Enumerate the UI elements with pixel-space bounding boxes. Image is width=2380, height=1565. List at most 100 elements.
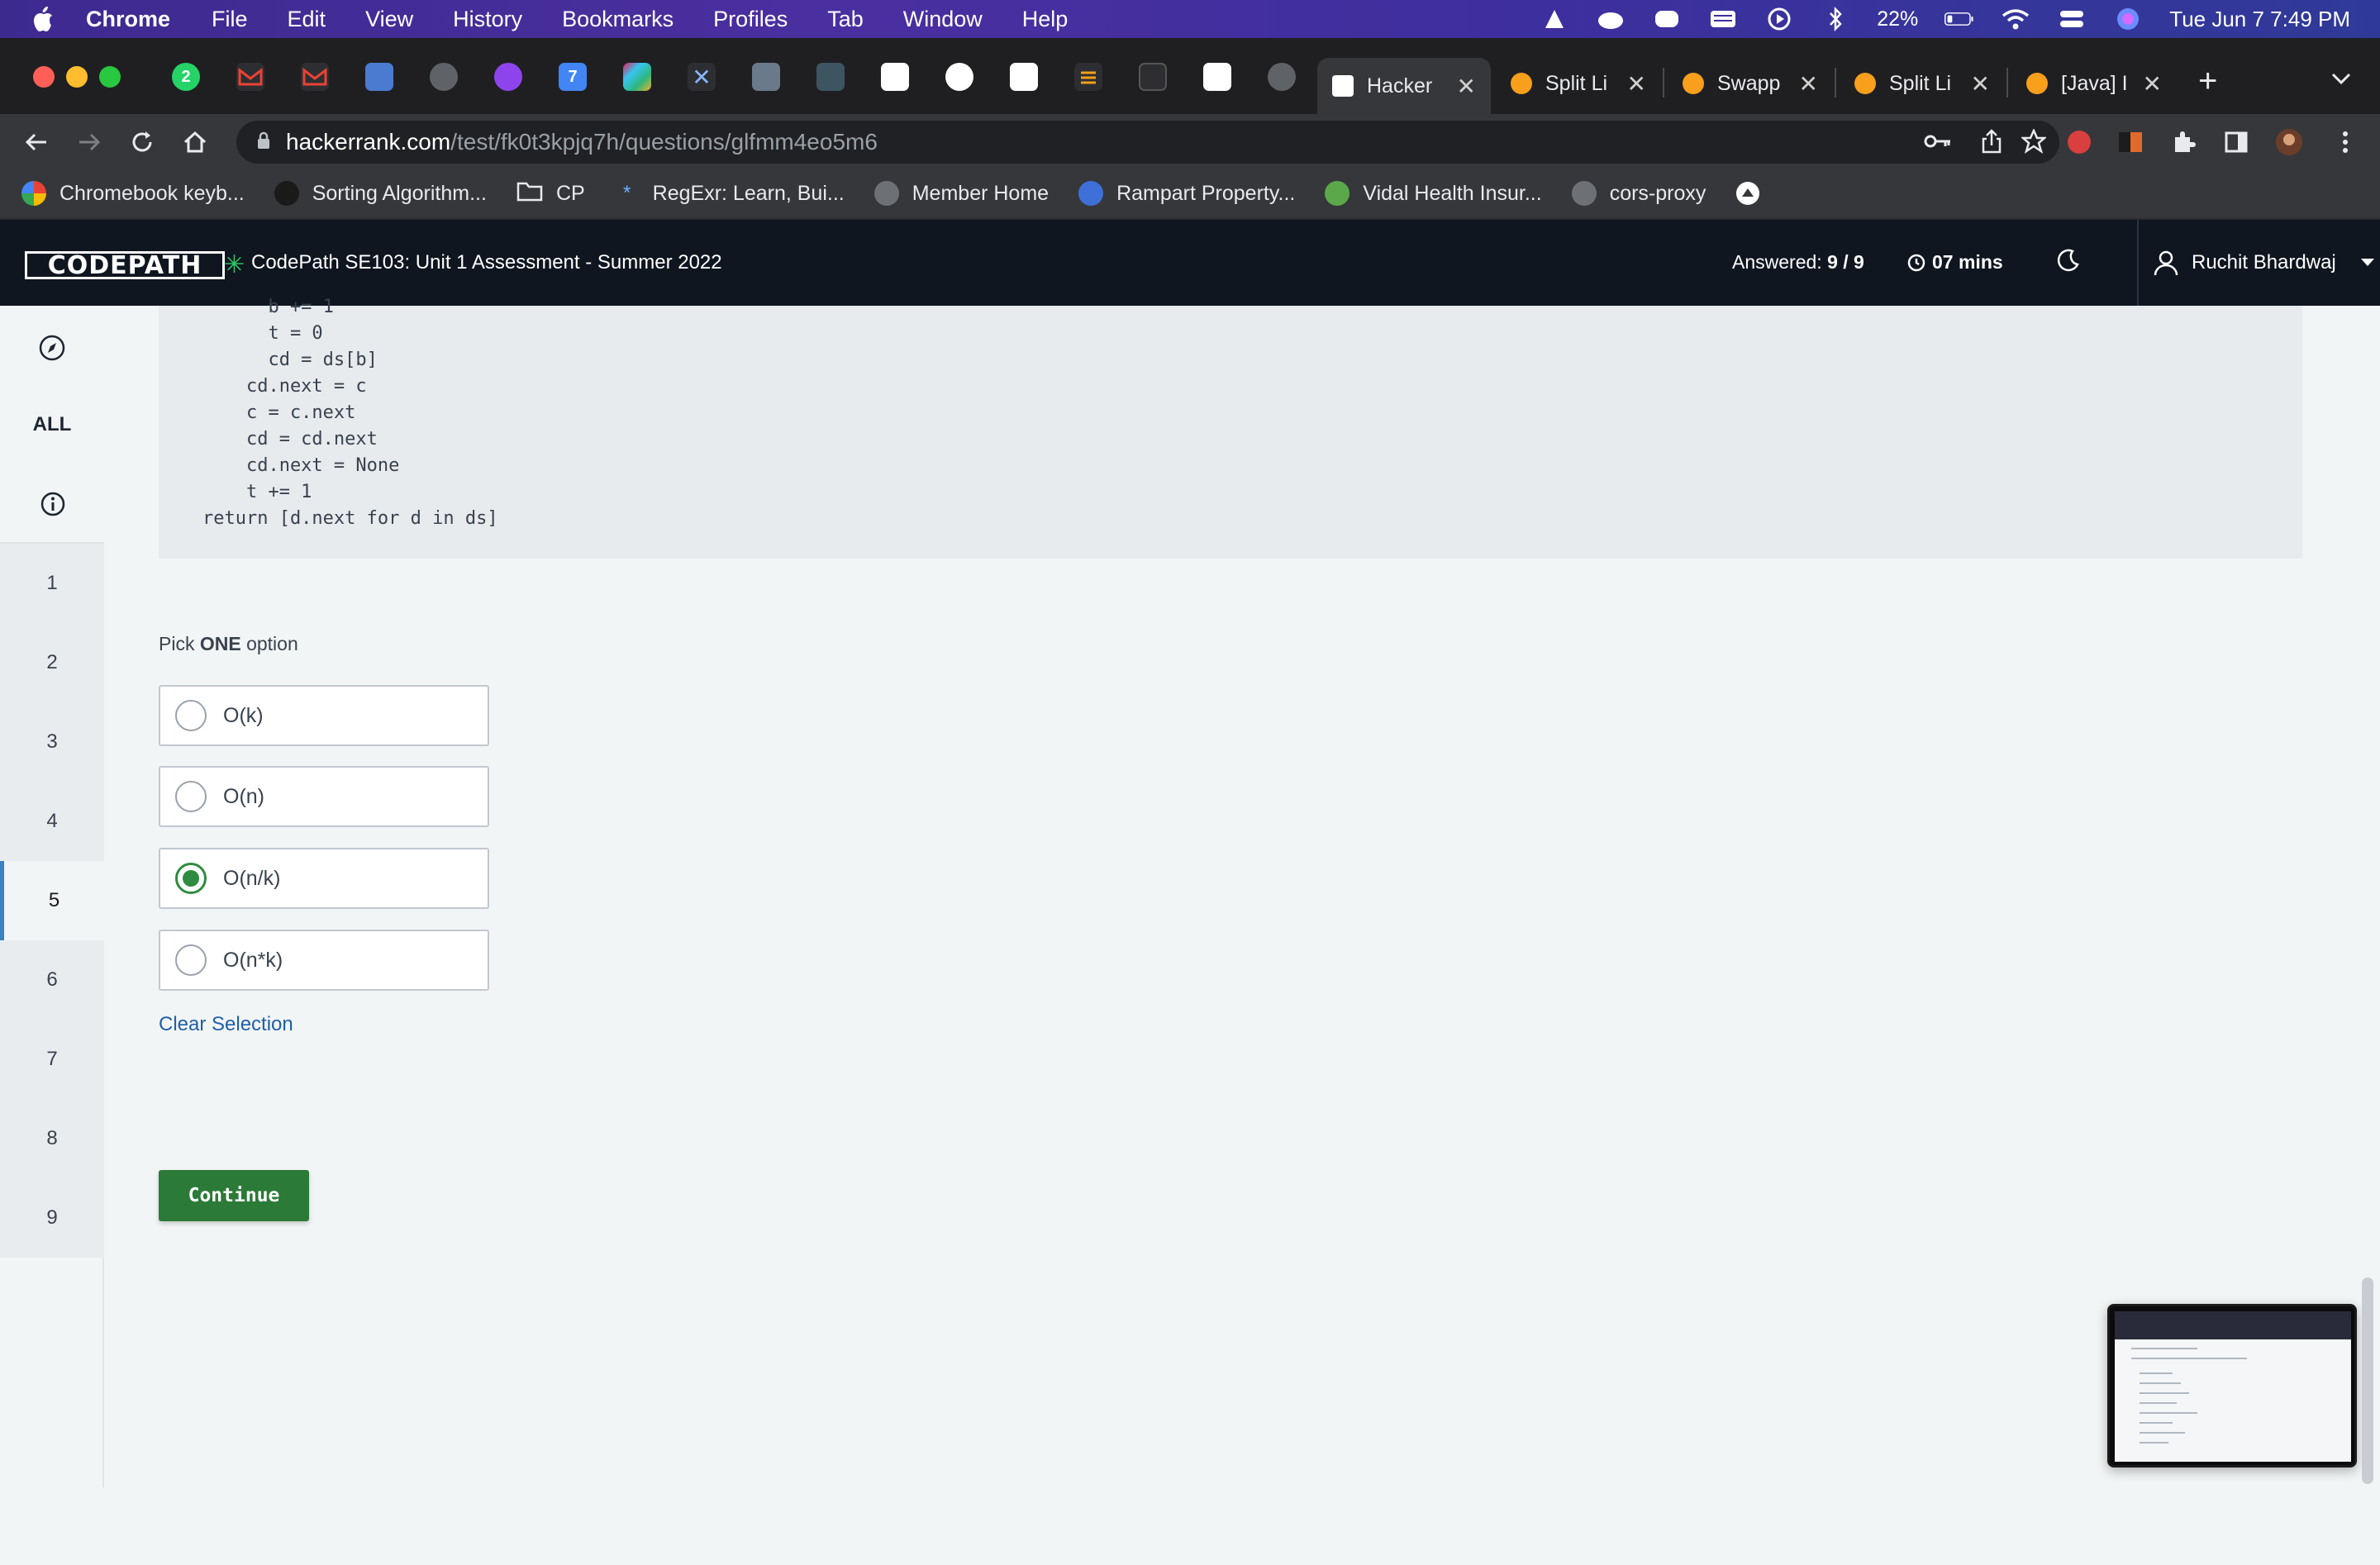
whatsapp-tab-icon[interactable]: 2 bbox=[172, 63, 200, 91]
menu-view[interactable]: View bbox=[365, 7, 413, 32]
bookmark-regexr[interactable]: * RegExr: Learn, Bui... bbox=[614, 181, 845, 206]
question-nav-9[interactable]: 9 bbox=[0, 1178, 104, 1258]
profile-avatar[interactable] bbox=[2273, 126, 2306, 159]
option-3[interactable]: O(n/k) bbox=[159, 848, 489, 909]
back-icon[interactable] bbox=[20, 126, 53, 159]
continue-button[interactable]: Continue bbox=[159, 1170, 309, 1221]
bookmark-vidal-health[interactable]: Vidal Health Insur... bbox=[1325, 181, 1542, 206]
menu-app-name[interactable]: Chrome bbox=[86, 7, 170, 32]
screenshot-thumbnail[interactable] bbox=[2107, 1304, 2357, 1467]
close-icon[interactable]: ✕ bbox=[1799, 70, 1818, 98]
bluetooth-icon[interactable] bbox=[1821, 7, 1850, 31]
calendar-tab-icon[interactable]: 7 bbox=[559, 63, 587, 91]
monitor-tab-icon[interactable] bbox=[752, 63, 780, 91]
more-menu-icon[interactable] bbox=[2329, 126, 2362, 159]
menu-profiles[interactable]: Profiles bbox=[713, 7, 788, 32]
bookmarks-overflow-icon[interactable] bbox=[1735, 181, 1760, 206]
tab-search-icon[interactable] bbox=[2330, 71, 2352, 90]
compass-icon[interactable] bbox=[38, 334, 66, 366]
home-icon[interactable] bbox=[178, 126, 212, 159]
page-scrollbar[interactable] bbox=[2362, 1277, 2373, 1484]
question-nav-6[interactable]: 6 bbox=[0, 940, 104, 1020]
github-tab-icon[interactable] bbox=[945, 63, 973, 91]
extension-lh-icon[interactable] bbox=[2114, 126, 2147, 159]
tab-hackerrank[interactable]: Hacker ✕ bbox=[1317, 58, 1491, 114]
question-nav-5[interactable]: 5 bbox=[0, 861, 104, 940]
tab-java[interactable]: [Java] I ✕ bbox=[2011, 59, 2177, 107]
u-app-tab-icon[interactable] bbox=[494, 63, 522, 91]
bookmark-sorting-algorithms[interactable]: Sorting Algorithm... bbox=[274, 181, 487, 206]
bookmark-rampart[interactable]: Rampart Property... bbox=[1078, 181, 1295, 206]
brackets-tab-icon[interactable] bbox=[1139, 63, 1167, 91]
p-app-tab-icon[interactable] bbox=[365, 63, 393, 91]
window-close-button[interactable] bbox=[33, 66, 55, 88]
apple-icon[interactable] bbox=[31, 5, 56, 33]
all-questions-tab[interactable]: ALL bbox=[0, 413, 104, 436]
globe-tab-icon-2[interactable] bbox=[1268, 63, 1296, 91]
cloud-icon[interactable] bbox=[1596, 7, 1626, 31]
radio-button[interactable] bbox=[175, 944, 207, 976]
new-tab-icon[interactable]: + bbox=[2198, 64, 2217, 98]
moon-icon[interactable] bbox=[2056, 248, 2081, 277]
address-bar[interactable]: hackerrank.com/test/fk0t3kpjq7h/question… bbox=[236, 121, 2059, 164]
question-nav-2[interactable]: 2 bbox=[0, 623, 104, 702]
close-icon[interactable]: ✕ bbox=[1627, 70, 1646, 98]
extension-red-icon[interactable] bbox=[2063, 126, 2096, 159]
info-icon[interactable] bbox=[40, 491, 66, 521]
wifi-icon[interactable] bbox=[2001, 7, 2030, 31]
question-nav-3[interactable]: 3 bbox=[0, 702, 104, 782]
question-nav-7[interactable]: 7 bbox=[0, 1020, 104, 1099]
window-minimize-button[interactable] bbox=[66, 66, 88, 88]
reload-icon[interactable] bbox=[126, 126, 159, 159]
control-center-icon[interactable] bbox=[2057, 7, 2087, 31]
globe-tab-icon[interactable] bbox=[430, 63, 458, 91]
menu-help[interactable]: Help bbox=[1022, 7, 1069, 32]
elephant-icon[interactable] bbox=[1652, 7, 1682, 31]
question-nav-1[interactable]: 1 bbox=[0, 544, 104, 623]
radio-button[interactable] bbox=[175, 781, 207, 812]
menu-file[interactable]: File bbox=[212, 7, 248, 32]
bookmark-cors-proxy[interactable]: cors-proxy bbox=[1571, 181, 1706, 206]
question-nav-4[interactable]: 4 bbox=[0, 782, 104, 861]
tab-split-linked-list-2[interactable]: Split Li ✕ bbox=[1840, 59, 2005, 107]
user-menu[interactable]: Ruchit Bhardwaj bbox=[2137, 220, 2380, 306]
pen-tool-icon[interactable] bbox=[1540, 7, 1569, 31]
key-icon[interactable] bbox=[1924, 131, 1952, 156]
bookmark-folder-cp[interactable]: CP bbox=[516, 180, 585, 207]
x-tab-icon[interactable]: ✕ bbox=[688, 63, 716, 91]
codestudio-tab-icon[interactable] bbox=[1074, 63, 1102, 91]
c-app-tab-icon[interactable] bbox=[881, 63, 909, 91]
option-1[interactable]: O(k) bbox=[159, 685, 489, 746]
tab-split-linked-list[interactable]: Split Li ✕ bbox=[1496, 59, 1661, 107]
play-icon[interactable] bbox=[1764, 7, 1794, 31]
codepath-logo[interactable]: CODEPATH ✳ bbox=[25, 250, 245, 280]
option-2[interactable]: O(n) bbox=[159, 766, 489, 827]
option-4[interactable]: O(n*k) bbox=[159, 930, 489, 991]
battery-icon[interactable] bbox=[1944, 7, 1974, 31]
terminal-tab-icon[interactable] bbox=[816, 63, 845, 91]
share-icon[interactable] bbox=[1980, 129, 2003, 158]
menu-bookmarks[interactable]: Bookmarks bbox=[562, 7, 674, 32]
keyboard-icon[interactable] bbox=[1708, 7, 1738, 31]
c-app-tab-icon-2[interactable] bbox=[1203, 63, 1231, 91]
gmail-tab-icon[interactable] bbox=[236, 63, 264, 91]
window-zoom-button[interactable] bbox=[99, 66, 121, 88]
menu-edit[interactable]: Edit bbox=[288, 7, 326, 32]
forward-icon[interactable] bbox=[73, 126, 106, 159]
trello-tab-icon[interactable] bbox=[1010, 63, 1038, 91]
slack-tab-icon[interactable] bbox=[623, 63, 651, 91]
radio-button[interactable] bbox=[175, 700, 207, 731]
siri-icon[interactable] bbox=[2113, 7, 2143, 31]
bookmark-chromebook[interactable]: Chromebook keyb... bbox=[21, 181, 245, 206]
gmail-tab-icon-2[interactable] bbox=[301, 63, 329, 91]
close-icon[interactable]: ✕ bbox=[1971, 70, 1990, 98]
close-icon[interactable]: ✕ bbox=[2143, 70, 2162, 98]
menu-history[interactable]: History bbox=[453, 7, 522, 32]
close-icon[interactable]: ✕ bbox=[1457, 73, 1476, 100]
lock-icon[interactable] bbox=[256, 131, 271, 154]
bookmark-star-icon[interactable] bbox=[2020, 127, 2048, 158]
menu-window[interactable]: Window bbox=[903, 7, 983, 32]
side-panel-icon[interactable] bbox=[2220, 126, 2253, 159]
clear-selection-link[interactable]: Clear Selection bbox=[159, 1013, 293, 1036]
extensions-puzzle-icon[interactable] bbox=[2167, 126, 2200, 159]
